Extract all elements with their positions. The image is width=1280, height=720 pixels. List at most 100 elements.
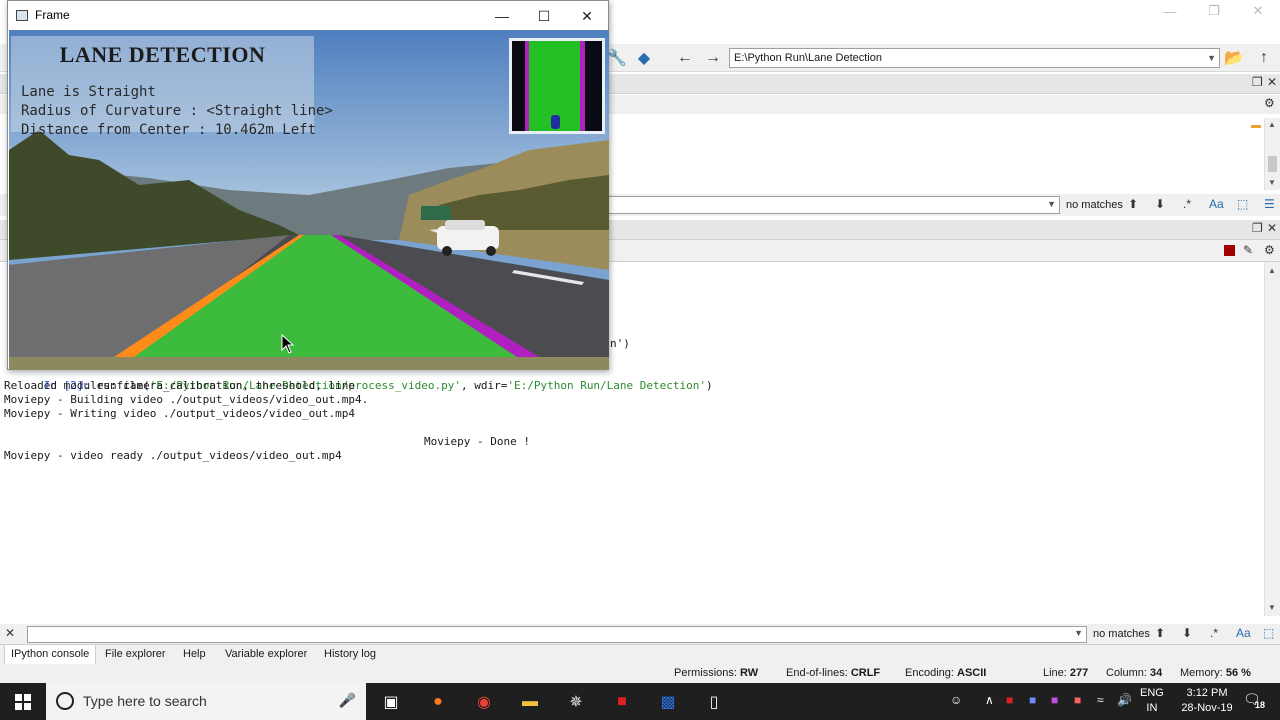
find-status: no matches — [1066, 199, 1123, 211]
stop-icon[interactable] — [1224, 245, 1235, 256]
search-placeholder: Type here to search — [83, 693, 207, 709]
maximize-icon[interactable]: ❐ — [1192, 0, 1236, 22]
working-directory-field[interactable]: E:\Python Run\Lane Detection ▼ — [729, 48, 1220, 68]
scroll-down-icon[interactable]: ▼ — [1268, 178, 1276, 187]
console-cmd: , wdir= — [460, 379, 508, 392]
close-pane-icon[interactable]: ✕ — [1267, 75, 1277, 89]
tab-ipython-console[interactable]: IPython console — [4, 645, 97, 665]
whole-word-icon[interactable]: ⬚ — [1263, 626, 1274, 640]
acrobat-icon[interactable]: ■ — [607, 687, 637, 717]
back-arrow-icon[interactable]: ← — [675, 49, 695, 67]
console-line: Moviepy - Building video ./output_videos… — [4, 393, 369, 406]
find-next-icon[interactable]: ⬇ — [1155, 197, 1165, 211]
case-sensitive-icon[interactable]: Aa — [1209, 197, 1224, 211]
up-arrow-icon[interactable]: ↑ — [1254, 49, 1274, 67]
clock-date: 28-Nov-19 — [1181, 702, 1233, 714]
info-overlay: LANE DETECTION Lane is Straight Radius o… — [11, 36, 333, 138]
console-arg: 'E:/Python Run/Lane Detection' — [507, 379, 707, 392]
gear-icon[interactable]: ⚙ — [1264, 96, 1275, 110]
windows-logo-icon — [15, 693, 31, 710]
status-line: Line: 277 — [1043, 667, 1089, 679]
cortana-icon — [56, 692, 74, 710]
console-line: Moviepy - video ready ./output_videos/vi… — [4, 449, 342, 462]
python-icon[interactable]: ◆ — [634, 49, 654, 67]
tray-app-icon[interactable]: ■ — [1029, 693, 1036, 707]
console-partial-line: n') — [610, 337, 630, 350]
car-wheel — [486, 246, 496, 256]
case-sensitive-icon[interactable]: Aa — [1236, 626, 1251, 640]
close-icon[interactable]: ✕ — [567, 5, 607, 27]
file-explorer-icon[interactable]: ▬ — [515, 687, 545, 717]
car-roof — [445, 220, 485, 230]
find-next-icon[interactable]: ⬇ — [1182, 626, 1192, 640]
clear-console-icon[interactable]: ✎ — [1243, 243, 1253, 257]
taskbar-search[interactable]: Type here to search 🎤 — [46, 683, 366, 720]
editor-scrollbar[interactable]: ▲ ▼ — [1251, 118, 1280, 190]
tray-app-icon[interactable]: ■ — [1006, 693, 1013, 707]
show-hidden-icons-icon[interactable]: ∧ — [985, 693, 994, 707]
scroll-thumb[interactable] — [1268, 156, 1277, 172]
frame-title-bar[interactable]: Frame — ☐ ✕ — [8, 1, 608, 30]
microphone-icon[interactable]: 🎤 — [339, 692, 356, 709]
taskbar-clock[interactable]: 3:12 PM 28-Nov-19 — [1172, 686, 1242, 716]
maximize-icon[interactable]: ☐ — [524, 5, 564, 27]
tab-help[interactable]: Help — [177, 645, 212, 665]
scroll-down-icon[interactable]: ▼ — [1268, 603, 1276, 612]
regex-icon[interactable]: .* — [1210, 626, 1218, 640]
undock-icon[interactable]: ❐ — [1252, 75, 1263, 89]
scroll-up-icon[interactable]: ▲ — [1268, 120, 1276, 129]
console-find-bar: ✕ ▼ no matches ⬆ ⬇ .* Aa ⬚ — [0, 624, 1280, 644]
spyder-app-icon[interactable]: ▩ — [653, 687, 683, 717]
status-bar: Permissions: RW End-of-lines: CRLF Encod… — [0, 664, 1280, 683]
wrench-icon[interactable]: 🔧 — [607, 49, 627, 67]
overlay-curvature: Radius of Curvature : <Straight line> — [21, 103, 333, 119]
action-center-button[interactable]: 🗨 18 — [1243, 691, 1265, 711]
scroll-up-icon[interactable]: ▲ — [1268, 266, 1276, 275]
tab-history-log[interactable]: History log — [318, 645, 382, 665]
start-button[interactable] — [0, 683, 46, 720]
spider-app-icon[interactable]: ✵ — [561, 687, 591, 717]
chevron-down-icon[interactable]: ▼ — [1074, 628, 1083, 638]
notepad-icon[interactable]: ▯ — [699, 687, 729, 717]
editor-find-input[interactable]: ▼ — [608, 196, 1060, 214]
close-find-icon[interactable]: ✕ — [5, 626, 15, 640]
wifi-icon[interactable]: ≈ — [1097, 693, 1104, 707]
chevron-down-icon[interactable]: ▼ — [1207, 49, 1216, 67]
console-scrollbar[interactable]: ▲ ▼ — [1264, 262, 1280, 616]
volume-icon[interactable]: 🔊 — [1117, 693, 1132, 707]
highlight-icon[interactable]: ☰ — [1264, 197, 1275, 211]
tray-app-icon[interactable]: ■ — [1074, 693, 1081, 707]
close-pane-icon[interactable]: ✕ — [1267, 221, 1277, 235]
find-previous-icon[interactable]: ⬆ — [1128, 197, 1138, 211]
close-icon[interactable]: ✕ — [1236, 0, 1280, 22]
road-sign — [421, 206, 451, 220]
find-previous-icon[interactable]: ⬆ — [1155, 626, 1165, 640]
people-icon[interactable]: ☺ — [950, 693, 962, 707]
minimize-icon[interactable]: — — [482, 5, 522, 27]
regex-icon[interactable]: .* — [1183, 197, 1191, 211]
warning-marker — [1251, 125, 1261, 128]
language-indicator[interactable]: ENG IN — [1140, 686, 1164, 716]
console-line: Moviepy - Writing video ./output_videos/… — [4, 407, 355, 420]
tab-file-explorer[interactable]: File explorer — [99, 645, 172, 665]
status-memory: Memory: 56 % — [1180, 667, 1251, 679]
task-view-icon[interactable]: ▣ — [376, 687, 406, 717]
forward-arrow-icon[interactable]: → — [703, 49, 723, 67]
chrome-icon[interactable]: ◉ — [469, 687, 499, 717]
tab-variable-explorer[interactable]: Variable explorer — [219, 645, 313, 665]
console-find-input[interactable]: ▼ — [27, 626, 1087, 643]
firefox-icon[interactable]: ● — [423, 687, 453, 717]
tray-app-icon[interactable]: ■ — [1051, 693, 1058, 707]
gear-icon[interactable]: ⚙ — [1264, 243, 1275, 257]
minimize-icon[interactable]: — — [1148, 0, 1192, 22]
whole-word-icon[interactable]: ⬚ — [1237, 197, 1248, 211]
minimap-view — [512, 41, 602, 131]
undock-icon[interactable]: ❐ — [1252, 221, 1263, 235]
folder-open-icon[interactable]: 📂 — [1224, 49, 1244, 67]
minimap-right-line — [580, 41, 585, 131]
video-frame: LANE DETECTION Lane is Straight Radius o… — [9, 30, 609, 370]
chevron-down-icon[interactable]: ▼ — [1047, 199, 1056, 209]
frame-title: Frame — [35, 8, 70, 22]
frame-window[interactable]: Frame — ☐ ✕ LANE DETECTION Lane is Strai… — [7, 0, 609, 370]
working-directory-value: E:\Python Run\Lane Detection — [734, 52, 882, 64]
